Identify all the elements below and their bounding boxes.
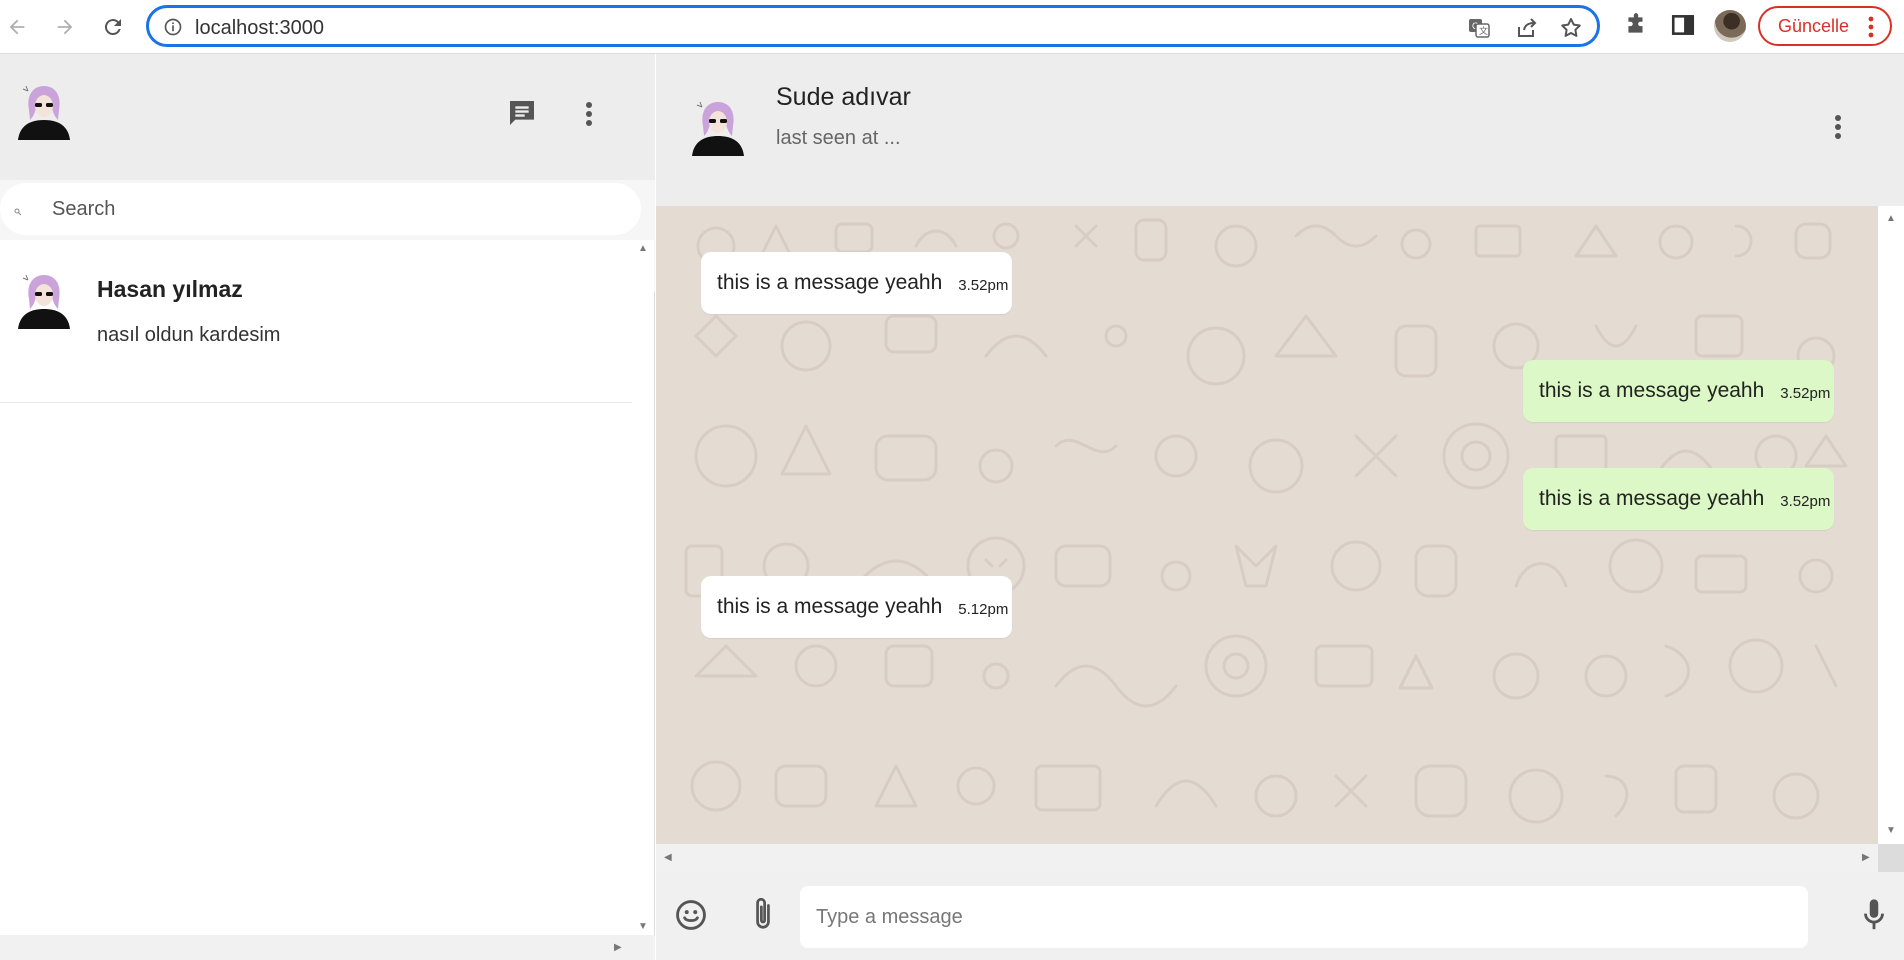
reload-button[interactable] xyxy=(98,12,128,42)
contact-name[interactable]: Sude adıvar xyxy=(776,83,911,112)
emoji-icon[interactable] xyxy=(674,898,708,937)
message-bubble-outgoing[interactable]: this is a message yeahh 3.52pm xyxy=(1523,360,1834,422)
scroll-right-icon[interactable]: ▶ xyxy=(614,943,622,953)
search-box xyxy=(0,183,641,235)
info-icon[interactable] xyxy=(163,17,183,42)
message-time: 3.52pm xyxy=(1780,384,1831,402)
scroll-left-icon[interactable]: ◀ xyxy=(664,853,672,863)
address-bar[interactable]: localhost:3000 G文 xyxy=(146,5,1600,47)
sidebar-horizontal-scrollbar[interactable]: ▶ xyxy=(0,935,655,960)
user-avatar[interactable] xyxy=(14,80,74,140)
chat-list: Hasan yılmaz nasıl oldun kardesim xyxy=(0,240,632,940)
chat-list-item[interactable]: Hasan yılmaz nasıl oldun kardesim xyxy=(0,240,632,403)
reload-icon xyxy=(104,19,121,36)
update-button[interactable]: Güncelle xyxy=(1758,6,1892,46)
svg-text:文: 文 xyxy=(1479,25,1488,36)
scroll-up-icon[interactable]: ▲ xyxy=(1886,214,1896,224)
more-vert-icon[interactable] xyxy=(1832,113,1844,146)
browser-toolbar: localhost:3000 G文 Güncelle xyxy=(0,0,1904,54)
scrollbar-corner xyxy=(1878,844,1904,872)
messages-horizontal-scrollbar[interactable]: ◀ ▶ xyxy=(656,844,1878,872)
whatsapp-clone-app: Hasan yılmaz nasıl oldun kardesim ▲ ▼ ▶ xyxy=(0,54,1904,960)
more-vert-icon xyxy=(1868,16,1874,43)
chat-header: Sude adıvar last seen at ... xyxy=(656,54,1904,206)
more-vert-icon[interactable] xyxy=(582,100,596,133)
url-text[interactable]: localhost:3000 xyxy=(195,17,324,40)
message-bubble-incoming[interactable]: this is a message yeahh 5.12pm xyxy=(701,576,1012,638)
scroll-down-icon[interactable]: ▼ xyxy=(638,922,648,932)
mic-icon[interactable] xyxy=(1862,898,1886,937)
profile-avatar[interactable] xyxy=(1714,10,1746,42)
message-text: this is a message yeahh xyxy=(1539,379,1765,402)
search-input[interactable] xyxy=(52,193,612,225)
scroll-down-icon[interactable]: ▼ xyxy=(1886,826,1896,836)
scroll-up-icon[interactable]: ▲ xyxy=(638,244,648,254)
message-composer xyxy=(656,872,1904,960)
messages-scrollbar[interactable]: ▲ ▼ xyxy=(1878,206,1904,844)
contact-avatar[interactable] xyxy=(688,96,748,156)
translate-icon[interactable]: G文 xyxy=(1467,16,1491,45)
sidebar-scrollbar[interactable]: ▲ ▼ xyxy=(632,240,654,935)
update-label: Güncelle xyxy=(1778,15,1850,36)
back-button[interactable] xyxy=(2,12,32,42)
message-bubble-incoming[interactable]: this is a message yeahh 3.52pm xyxy=(701,252,1012,314)
side-panel-icon[interactable] xyxy=(1670,12,1696,43)
contact-status: last seen at ... xyxy=(776,127,901,149)
message-time: 5.12pm xyxy=(958,600,1009,618)
chat-name: Hasan yılmaz xyxy=(97,276,243,302)
chat-preview: nasıl oldun kardesim xyxy=(97,324,281,346)
arrow-right-icon xyxy=(57,19,73,35)
forward-button[interactable] xyxy=(50,12,80,42)
arrow-left-icon xyxy=(9,19,25,35)
contact-avatar xyxy=(14,269,74,329)
message-text: this is a message yeahh xyxy=(717,271,943,294)
chat-panel: Sude adıvar last seen at ... this is a m… xyxy=(656,54,1904,960)
message-input[interactable] xyxy=(800,886,1808,948)
sidebar: Hasan yılmaz nasıl oldun kardesim ▲ ▼ ▶ xyxy=(0,54,655,960)
message-text: this is a message yeahh xyxy=(717,595,943,618)
share-icon[interactable] xyxy=(1515,16,1539,45)
message-icon[interactable] xyxy=(506,97,538,134)
scroll-right-icon[interactable]: ▶ xyxy=(1862,853,1870,863)
message-time: 3.52pm xyxy=(1780,492,1831,510)
message-bubble-outgoing[interactable]: this is a message yeahh 3.52pm xyxy=(1523,468,1834,530)
message-area: this is a message yeahh 3.52pm this is a… xyxy=(656,206,1878,844)
star-icon[interactable] xyxy=(1559,16,1583,45)
puzzle-icon[interactable] xyxy=(1623,12,1649,43)
message-time: 3.52pm xyxy=(958,276,1009,294)
message-text: this is a message yeahh xyxy=(1539,487,1765,510)
paperclip-icon[interactable] xyxy=(746,896,780,939)
sidebar-header xyxy=(0,54,655,180)
search-icon xyxy=(14,203,22,221)
